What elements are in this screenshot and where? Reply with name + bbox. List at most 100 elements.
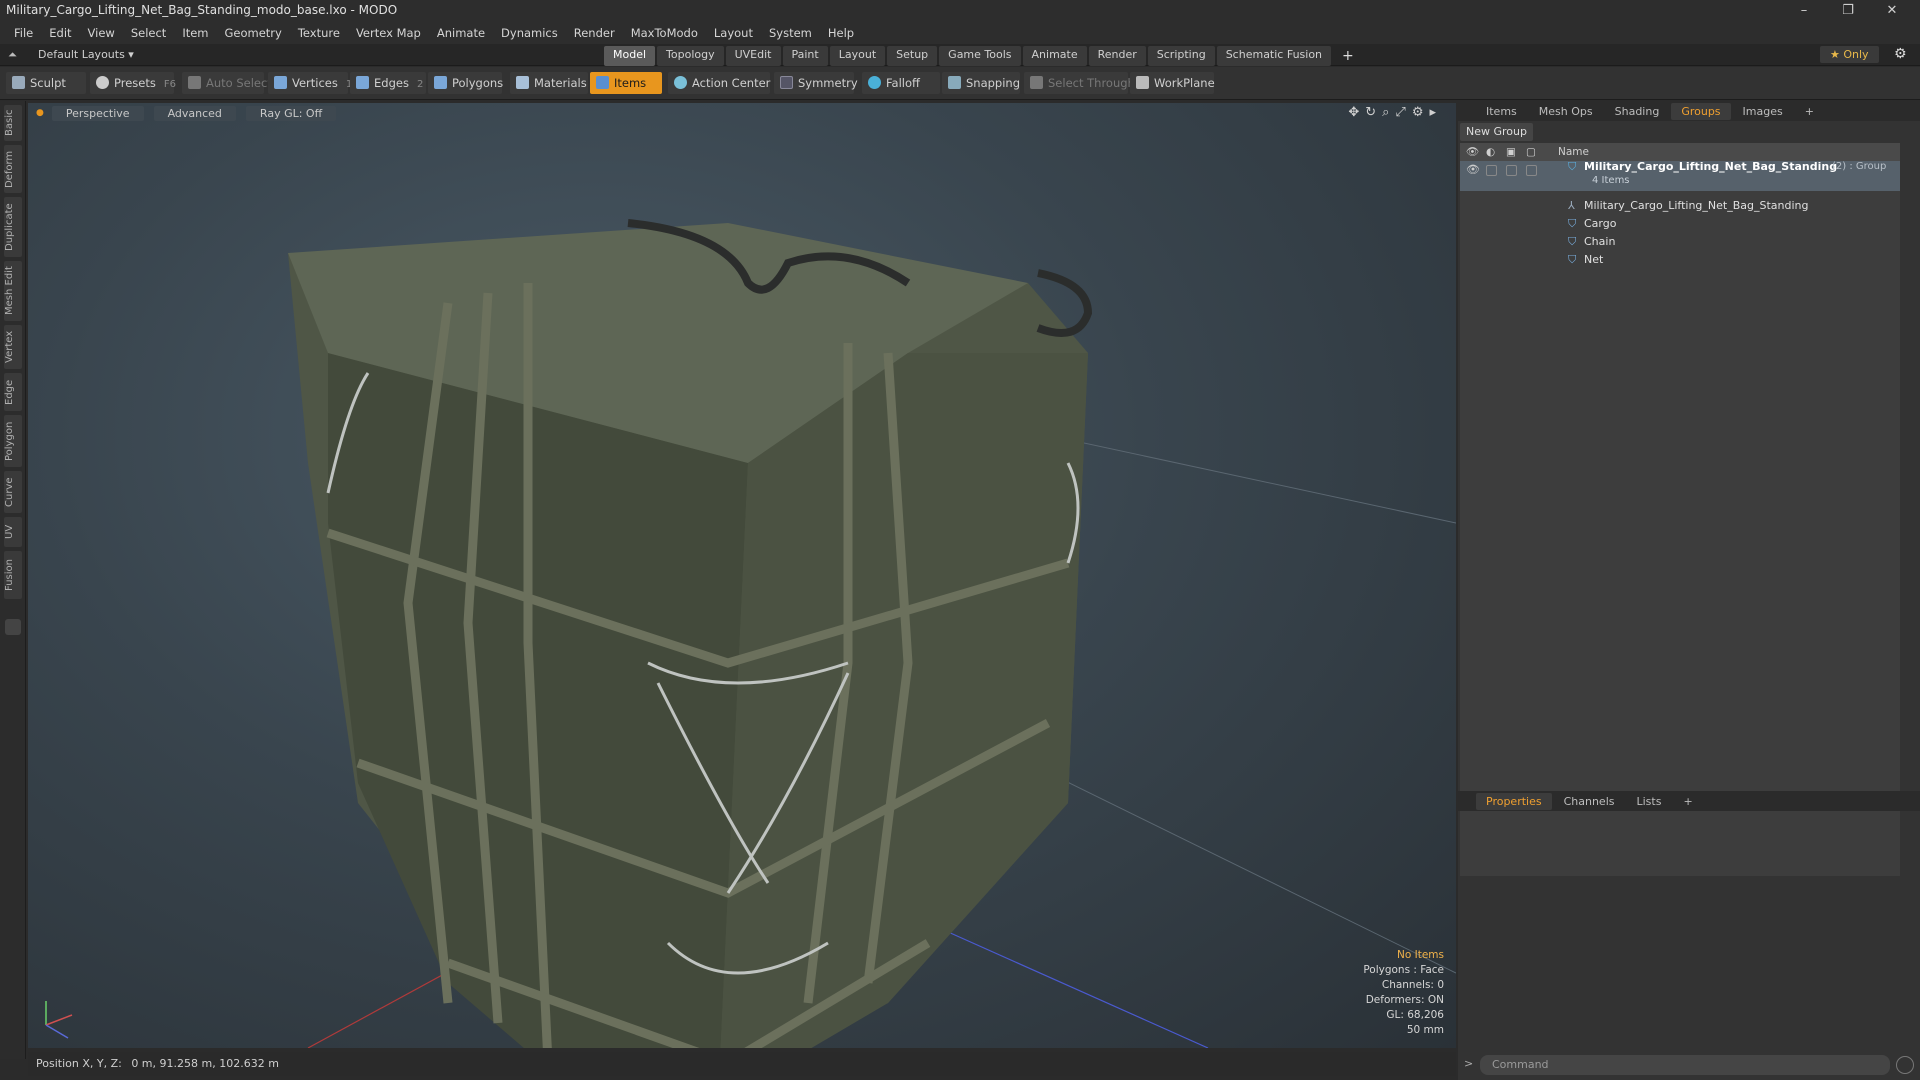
items-button[interactable]: Items <box>590 72 662 94</box>
tab-model[interactable]: Model <box>604 46 656 66</box>
tab-deform[interactable]: Deform <box>4 145 22 193</box>
menu-texture[interactable]: Texture <box>290 26 348 40</box>
edges-button[interactable]: Edges 2 <box>350 72 426 94</box>
lock-column-icon[interactable]: ▣ <box>1506 143 1516 161</box>
menu-view[interactable]: View <box>80 26 123 40</box>
add-layout-tab-button[interactable]: + <box>1333 46 1363 66</box>
polygons-button[interactable]: Polygons <box>428 72 503 94</box>
tab-vertex[interactable]: Vertex <box>4 325 22 369</box>
render-toggle[interactable] <box>1486 161 1497 179</box>
command-input[interactable]: Command <box>1480 1055 1890 1075</box>
tab-polygon[interactable]: Polygon <box>4 415 22 467</box>
only-toggle[interactable]: ★ Only <box>1820 46 1879 63</box>
tab-layout[interactable]: Layout <box>829 46 886 66</box>
menu-dynamics[interactable]: Dynamics <box>493 26 566 40</box>
tab-schematic-fusion[interactable]: Schematic Fusion <box>1216 46 1332 66</box>
presets-button[interactable]: Presets F6 <box>90 72 176 94</box>
tab-items[interactable]: Items <box>1476 103 1527 120</box>
tab-uvedit[interactable]: UVEdit <box>725 46 781 66</box>
fit-icon[interactable]: ⤢ <box>1395 105 1411 120</box>
sculpt-button[interactable]: Sculpt <box>6 72 86 94</box>
tab-images[interactable]: Images <box>1733 103 1793 120</box>
visibility-eye-icon[interactable]: 👁 <box>1466 161 1480 179</box>
tree-item[interactable]: ⛉ Chain <box>1460 233 1900 251</box>
workplane-label: WorkPlane <box>1154 76 1215 90</box>
view-type-dropdown[interactable]: Perspective <box>51 105 144 121</box>
minimize-button[interactable]: – <box>1782 0 1826 22</box>
ray-gl-toggle[interactable]: Ray GL: Off <box>245 105 337 121</box>
default-layouts-dropdown[interactable]: Default Layouts ▾ <box>38 48 134 61</box>
tree-item[interactable]: ⛉ Net <box>1460 251 1900 269</box>
menu-file[interactable]: File <box>6 26 41 40</box>
tab-game-tools[interactable]: Game Tools <box>939 46 1021 66</box>
zoom-icon[interactable]: ⌕ <box>1382 105 1395 120</box>
add-panel-tab-button[interactable]: + <box>1795 103 1824 120</box>
menu-item[interactable]: Item <box>174 26 216 40</box>
menu-geometry[interactable]: Geometry <box>217 26 290 40</box>
tab-shading[interactable]: Shading <box>1605 103 1670 120</box>
materials-button[interactable]: Materials <box>510 72 588 94</box>
render-column-icon[interactable]: ◐ <box>1486 143 1495 161</box>
select-toggle[interactable] <box>1526 161 1537 179</box>
lock-toggle[interactable] <box>1506 161 1517 179</box>
maximize-button[interactable]: ❐ <box>1826 0 1870 22</box>
tree-item[interactable]: ⅄ Military_Cargo_Lifting_Net_Bag_Standin… <box>1460 197 1900 215</box>
tab-mesh-ops[interactable]: Mesh Ops <box>1529 103 1603 120</box>
menu-vertex-map[interactable]: Vertex Map <box>348 26 429 40</box>
select-through-button[interactable]: Select Through <box>1024 72 1135 94</box>
tab-topology[interactable]: Topology <box>657 46 724 66</box>
tab-basic[interactable]: Basic <box>4 105 22 141</box>
menu-layout[interactable]: Layout <box>706 26 761 40</box>
presets-label: Presets <box>114 76 156 90</box>
select-through-label: Select Through <box>1048 76 1135 90</box>
tab-scripting[interactable]: Scripting <box>1147 46 1215 66</box>
menu-animate[interactable]: Animate <box>429 26 493 40</box>
select-column-icon[interactable]: ▢ <box>1526 143 1536 161</box>
menu-maxtomodo[interactable]: MaxToModo <box>623 26 706 40</box>
rotate-icon[interactable]: ↻ <box>1365 105 1382 120</box>
menu-render[interactable]: Render <box>566 26 623 40</box>
tab-groups[interactable]: Groups <box>1671 102 1731 120</box>
vertices-button[interactable]: Vertices1 <box>268 72 352 94</box>
tab-mesh-edit[interactable]: Mesh Edit <box>4 261 22 321</box>
visibility-column-icon[interactable]: 👁 <box>1466 143 1479 161</box>
action-center-button[interactable]: Action Center <box>668 72 770 94</box>
tab-lists[interactable]: Lists <box>1627 793 1672 810</box>
auto-select-button[interactable]: Auto Select <box>182 72 272 94</box>
workplane-button[interactable]: WorkPlane <box>1130 72 1215 94</box>
add-properties-tab-button[interactable]: + <box>1673 793 1702 810</box>
symmetry-button[interactable]: Symmetry <box>774 72 858 94</box>
viewport-menu-icon[interactable]: ● <box>36 108 44 118</box>
menu-help[interactable]: Help <box>820 26 862 40</box>
tab-channels[interactable]: Channels <box>1554 793 1625 810</box>
falloff-button[interactable]: Falloff <box>862 72 940 94</box>
tab-edge[interactable]: Edge <box>4 373 22 411</box>
tab-paint[interactable]: Paint <box>782 46 828 66</box>
tree-item-label: Net <box>1584 253 1604 266</box>
gear-icon[interactable]: ⚙ <box>1894 46 1907 62</box>
command-history-button[interactable] <box>1896 1056 1914 1074</box>
tab-fusion[interactable]: Fusion <box>4 551 22 599</box>
menu-select[interactable]: Select <box>123 26 174 40</box>
snapping-button[interactable]: Snapping <box>942 72 1020 94</box>
tab-animate[interactable]: Animate <box>1022 46 1087 66</box>
shading-mode-dropdown[interactable]: Advanced <box>153 105 236 121</box>
menu-edit[interactable]: Edit <box>41 26 79 40</box>
close-button[interactable]: ✕ <box>1870 0 1914 22</box>
group-row[interactable]: 👁 ⛉ Military_Cargo_Lifting_Net_Bag_Stand… <box>1460 160 1900 191</box>
tab-properties[interactable]: Properties <box>1476 792 1552 810</box>
tab-render[interactable]: Render <box>1088 46 1146 66</box>
tree-item[interactable]: ⛉ Cargo <box>1460 215 1900 233</box>
tab-curve[interactable]: Curve <box>4 471 22 513</box>
3d-viewport[interactable]: ● Perspective Advanced Ray GL: Off ✥↻⌕⤢⚙… <box>28 103 1456 1048</box>
viewport-settings-icon[interactable]: ⚙ <box>1412 105 1430 120</box>
tab-uv[interactable]: UV <box>4 517 22 547</box>
layout-arrow-icon[interactable]: ⏶ <box>8 48 17 62</box>
pan-icon[interactable]: ✥ <box>1348 105 1365 120</box>
menu-system[interactable]: System <box>761 26 820 40</box>
tool-palette-toggle[interactable] <box>5 619 21 635</box>
tab-duplicate[interactable]: Duplicate <box>4 197 22 257</box>
expand-arrow-icon[interactable]: ▸ <box>1429 105 1442 120</box>
new-group-button[interactable]: New Group <box>1460 123 1533 141</box>
tab-setup[interactable]: Setup <box>887 46 938 66</box>
